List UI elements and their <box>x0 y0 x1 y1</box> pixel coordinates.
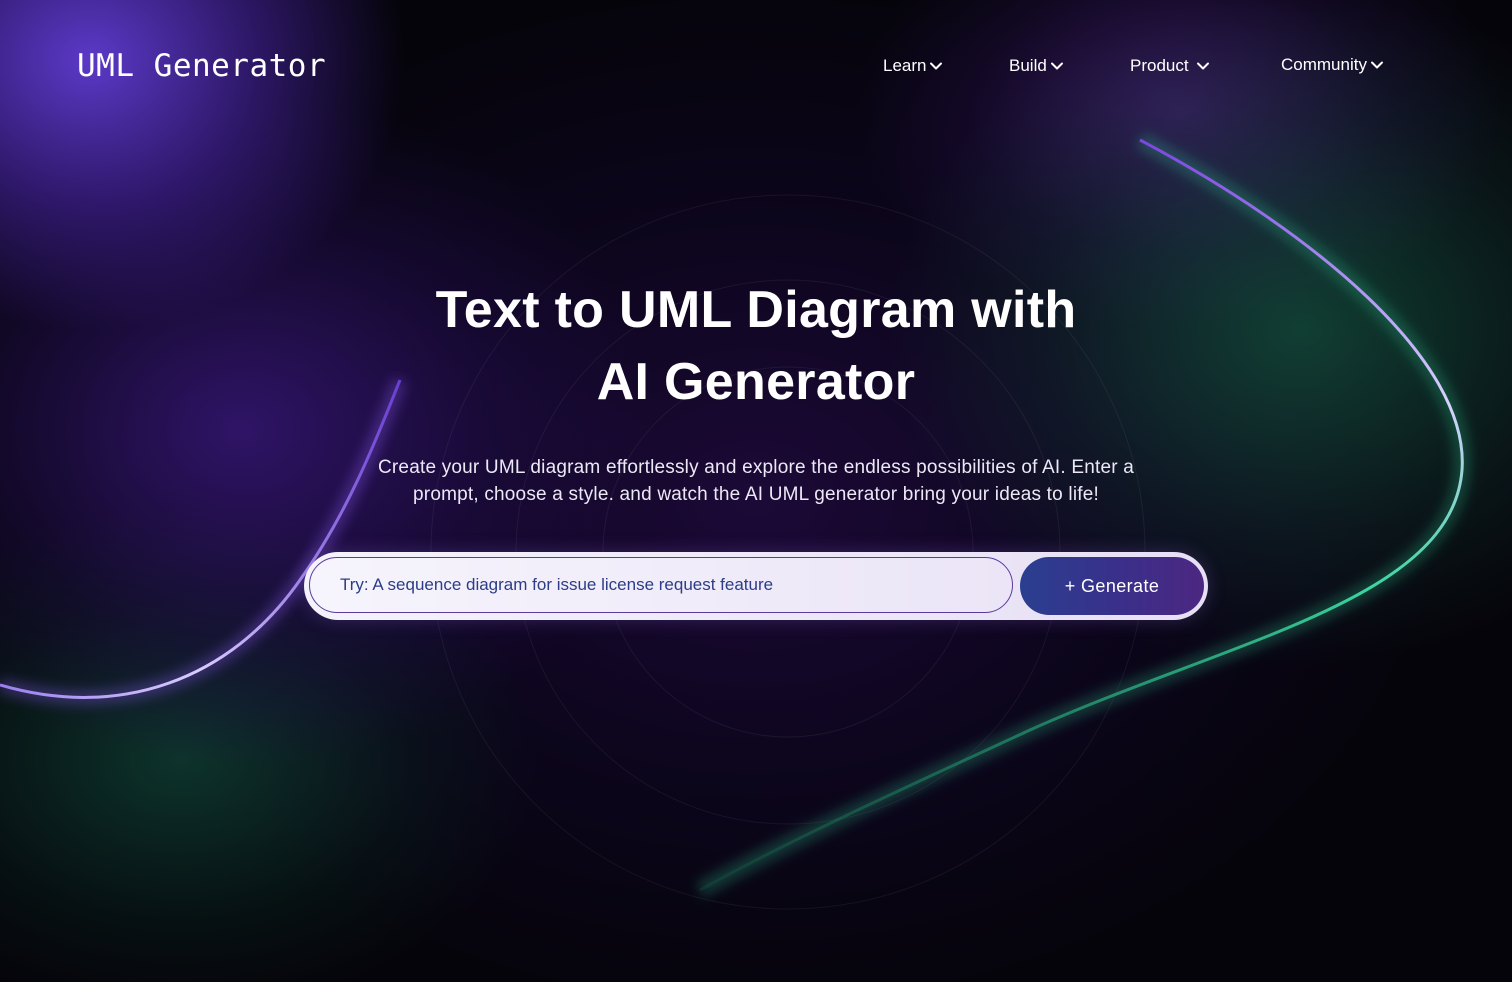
hero-subtitle-line: prompt, choose a style. and watch the AI… <box>413 484 1099 505</box>
nav-item-community[interactable]: Community <box>1281 53 1384 77</box>
chevron-down-icon <box>930 62 943 70</box>
hero-subtitle: Create your UML diagram effortlessly and… <box>306 454 1206 508</box>
nav-item-label: Build <box>1009 56 1047 75</box>
hero-subtitle-line: Create your UML diagram effortlessly and… <box>377 457 1134 478</box>
chevron-down-icon <box>1050 62 1063 70</box>
hero-title-line: Text to UML Diagram with <box>435 281 1077 339</box>
nav-item-build[interactable]: Build <box>1009 54 1064 78</box>
nav-item-learn[interactable]: Learn <box>883 54 943 78</box>
nav-item-label: Community <box>1281 55 1367 74</box>
prompt-input[interactable] <box>309 557 1013 613</box>
prompt-bar: + Generate <box>304 552 1208 620</box>
hero-title: Text to UML Diagram with AI Generator <box>0 274 1512 418</box>
top-navigation: UML Generator Learn Build Product Commun… <box>0 0 1512 130</box>
landing-page: UML Generator Learn Build Product Commun… <box>0 0 1512 982</box>
nav-item-label: Learn <box>883 56 927 75</box>
nav-item-product[interactable]: Product <box>1130 54 1210 78</box>
left-glow-arc <box>0 379 402 699</box>
chevron-down-icon <box>1370 61 1383 69</box>
logo[interactable]: UML Generator <box>77 46 326 86</box>
generate-button[interactable]: + Generate <box>1020 557 1204 615</box>
nav-item-label: Product <box>1130 56 1189 75</box>
right-glow-arc-blur <box>696 132 1471 897</box>
left-glow-arc-blur <box>0 377 407 705</box>
hero-title-line: AI Generator <box>596 353 916 411</box>
chevron-down-icon <box>1196 62 1209 70</box>
right-glow-arc <box>699 138 1464 892</box>
